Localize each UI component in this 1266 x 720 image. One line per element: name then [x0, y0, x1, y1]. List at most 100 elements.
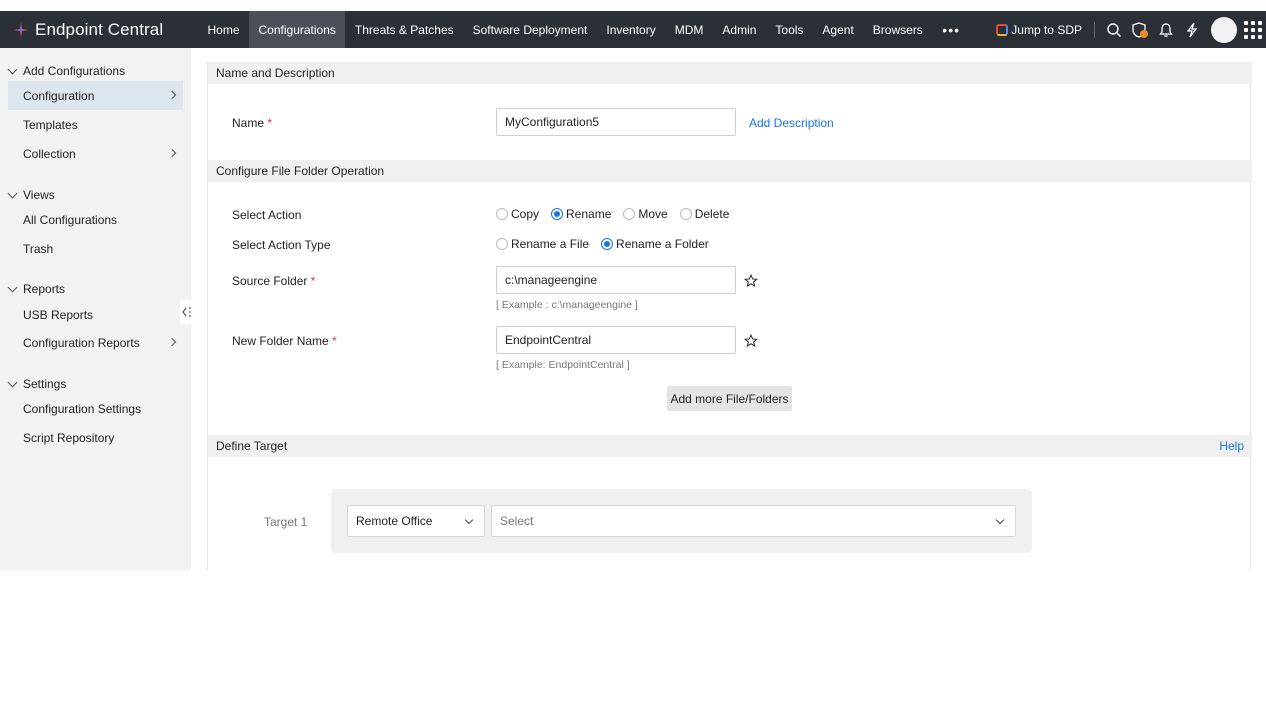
help-link[interactable]: Help: [1219, 439, 1244, 453]
select-action-type-label: Select Action Type: [232, 238, 331, 252]
nav-threats-patches[interactable]: Threats & Patches: [345, 11, 463, 48]
chevron-down-icon: [7, 188, 18, 198]
sidebar-group-reports[interactable]: Reports: [0, 282, 65, 296]
chevron-down-icon: [7, 377, 18, 387]
sidebar-item-label: Script Repository: [23, 430, 115, 445]
sidebar-group-label: Reports: [23, 282, 66, 296]
sdp-icon: [996, 23, 1009, 36]
jump-to-sdp-label: Jump to SDP: [1011, 22, 1082, 37]
nav-software-deployment[interactable]: Software Deployment: [463, 11, 597, 48]
sidebar-group-label: Add Configurations: [23, 64, 126, 78]
radio-move[interactable]: Move: [623, 207, 668, 221]
brand-logo-icon: [13, 21, 29, 38]
sidebar-item-script-repository[interactable]: Script Repository: [8, 423, 183, 452]
avatar[interactable]: [1211, 16, 1237, 43]
action-radio-group: Copy Rename Move Delete: [496, 207, 741, 221]
top-strip: [0, 0, 1266, 11]
sidebar-group-views[interactable]: Views: [0, 188, 55, 202]
required-mark: *: [267, 116, 273, 130]
sidebar-item-label: Trash: [23, 241, 54, 256]
section-header-file-folder: Configure File Folder Operation: [208, 160, 1252, 182]
target-value-select[interactable]: Select: [491, 505, 1016, 537]
sidebar-item-label: USB Reports: [23, 307, 94, 322]
sidebar-item-all-configurations[interactable]: All Configurations: [8, 205, 183, 234]
lightning-icon[interactable]: [1179, 11, 1205, 48]
radio-circle: [496, 208, 508, 220]
sidebar-item-templates[interactable]: Templates: [8, 110, 183, 139]
sidebar-group-add-configurations[interactable]: Add Configurations: [0, 64, 125, 78]
radio-circle-selected: [601, 238, 614, 250]
shield-alert-icon[interactable]: [1127, 11, 1153, 48]
sidebar-item-configuration-settings[interactable]: Configuration Settings: [8, 394, 183, 423]
sidebar-item-label: Configuration Settings: [23, 401, 142, 416]
chevron-right-icon: [167, 90, 177, 100]
section-title: Name and Description: [216, 66, 335, 80]
radio-copy[interactable]: Copy: [496, 207, 539, 221]
sidebar: Add Configurations Configuration Templat…: [0, 48, 191, 570]
target-type-select[interactable]: Remote Office: [347, 505, 485, 537]
radio-circle: [623, 208, 636, 220]
nav-agent[interactable]: Agent: [813, 11, 863, 48]
jump-to-sdp-link[interactable]: Jump to SDP: [996, 23, 1082, 37]
sidebar-item-collection[interactable]: Collection: [8, 139, 183, 168]
add-more-files-button[interactable]: Add more File/Folders: [667, 386, 792, 411]
section-header-name: Name and Description: [208, 62, 1252, 84]
nav-inventory[interactable]: Inventory: [597, 11, 665, 48]
chevron-down-icon: [464, 515, 474, 525]
star-icon[interactable]: [744, 274, 758, 288]
sidebar-item-trash[interactable]: Trash: [8, 234, 183, 263]
chevron-right-icon: [167, 337, 177, 347]
section-title: Configure File Folder Operation: [216, 164, 385, 178]
chevron-down-icon: [7, 64, 18, 74]
source-folder-hint: [ Example : c:\manageengine ]: [496, 299, 638, 311]
add-description-link[interactable]: Add Description: [749, 116, 834, 130]
nav-home[interactable]: Home: [198, 11, 249, 48]
main-content: Name and Description Name * MyConfigurat…: [191, 48, 1266, 570]
sidebar-item-configuration[interactable]: Configuration: [8, 81, 183, 110]
sidebar-group-settings[interactable]: Settings: [0, 377, 66, 391]
nav-mdm[interactable]: MDM: [665, 11, 713, 48]
search-icon[interactable]: [1101, 11, 1127, 48]
source-folder-input[interactable]: c:\manageengine: [496, 266, 736, 294]
nav-more-button[interactable]: •••: [932, 11, 970, 48]
sidebar-group-label: Views: [23, 188, 55, 202]
target-label: Target 1: [264, 515, 308, 529]
source-folder-label: Source Folder *: [232, 274, 316, 288]
main-nav: Home Configurations Threats & Patches So…: [198, 11, 970, 48]
nav-browsers[interactable]: Browsers: [863, 11, 932, 48]
name-input[interactable]: MyConfiguration5: [496, 108, 736, 136]
configuration-form: Name and Description Name * MyConfigurat…: [207, 62, 1252, 570]
radio-delete[interactable]: Delete: [679, 207, 729, 221]
bell-icon[interactable]: [1153, 11, 1179, 48]
chevron-down-icon: [995, 515, 1005, 525]
radio-rename-folder[interactable]: Rename a Folder: [601, 237, 709, 251]
sidebar-item-label: Configuration Reports: [23, 335, 140, 350]
toolbar-divider: [1094, 21, 1095, 38]
action-type-radio-group: Rename a File Rename a Folder: [496, 237, 721, 251]
nav-admin[interactable]: Admin: [713, 11, 766, 48]
sidebar-item-label: Configuration: [23, 88, 95, 103]
brand-name: Endpoint Central: [35, 19, 164, 39]
brand[interactable]: Endpoint Central: [0, 11, 198, 48]
new-folder-name-hint: [ Example: EndpointCentral ]: [496, 359, 630, 371]
sidebar-item-usb-reports[interactable]: USB Reports: [8, 300, 183, 329]
sidebar-item-configuration-reports[interactable]: Configuration Reports: [8, 328, 183, 357]
sidebar-item-label: All Configurations: [23, 212, 118, 227]
select-action-label: Select Action: [232, 208, 302, 222]
new-folder-name-input[interactable]: EndpointCentral: [496, 326, 736, 354]
required-mark: *: [332, 334, 337, 348]
chevron-down-icon: [7, 282, 18, 292]
radio-circle: [496, 238, 508, 250]
radio-rename-file[interactable]: Rename a File: [496, 237, 589, 251]
radio-rename[interactable]: Rename: [551, 207, 611, 221]
section-header-define-target: Define Target Help: [208, 435, 1252, 457]
sidebar-group-label: Settings: [23, 377, 67, 391]
radio-circle-selected: [551, 208, 564, 220]
section-title: Define Target: [216, 439, 288, 453]
nav-tools[interactable]: Tools: [766, 11, 813, 48]
chevron-right-icon: [167, 148, 177, 158]
star-icon[interactable]: [744, 334, 758, 348]
nav-configurations[interactable]: Configurations: [249, 11, 346, 48]
apps-grid-icon[interactable]: [1244, 20, 1262, 39]
radio-circle: [679, 208, 692, 220]
